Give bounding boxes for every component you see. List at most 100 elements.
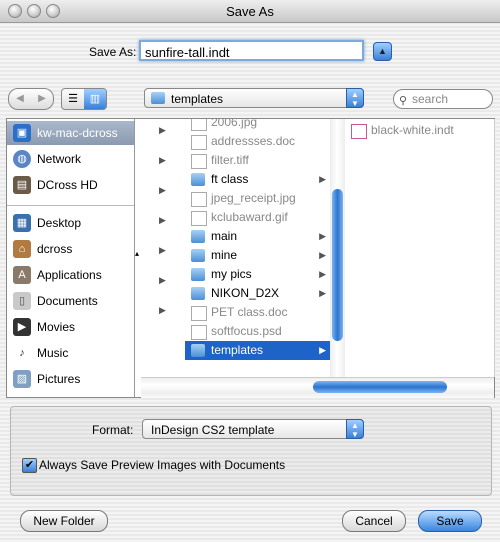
image-file-icon (191, 325, 207, 340)
list-item-label: ft class (211, 172, 249, 186)
file-icon (191, 192, 207, 207)
disclosure-arrow-icon: ▶ (159, 215, 166, 225)
sidebar-item-applications[interactable]: A Applications (7, 263, 134, 287)
list-item-label: filter.tiff (211, 153, 249, 167)
pictures-icon: ▨ (13, 370, 31, 388)
home-icon: ⌂ (13, 240, 31, 258)
sidebar-item-desktop[interactable]: ▦ Desktop (7, 211, 134, 235)
disclosure-arrow-icon: ▶ (159, 305, 166, 315)
desktop-icon: ▦ (13, 214, 31, 232)
horizontal-scrollbar[interactable] (141, 377, 494, 398)
column-view-icon[interactable]: ▥ (84, 89, 106, 109)
format-popup[interactable]: InDesign CS2 template ▲ ▼ (142, 419, 364, 439)
disclosure-arrow-icon: ▶ (319, 345, 326, 355)
location-popup[interactable]: templates ▲ ▼ (144, 88, 364, 108)
list-item-label: kclubaward.gif (211, 210, 288, 224)
sidebar-divider (7, 205, 134, 206)
list-item[interactable]: softfocus.psd (185, 322, 330, 341)
format-label: Format: (92, 423, 134, 437)
vertical-scroll-thumb[interactable] (332, 189, 343, 341)
disclosure-arrow-icon: ▶ (159, 245, 166, 255)
updown-arrows-icon: ▲ ▼ (346, 88, 364, 108)
view-mode-toggle: ☰ ▥ (61, 88, 107, 110)
forward-arrow-icon[interactable]: ▶ (31, 89, 53, 109)
list-item-label: 2006.jpg (211, 119, 258, 129)
list-item[interactable]: my pics ▶ (185, 265, 330, 284)
sidebar-item-documents[interactable]: ▯ Documents (7, 289, 134, 313)
documents-icon: ▯ (13, 292, 31, 310)
list-item[interactable]: ft class ▶ (185, 170, 330, 189)
folder-icon (191, 249, 205, 262)
list-item[interactable]: NIKON_D2X ▶ (185, 284, 330, 303)
folder-icon (191, 268, 205, 281)
disclosure-arrow-icon: ▶ (319, 174, 326, 184)
sidebar-item-label: Applications (37, 268, 102, 282)
back-forward-buttons: ◀ ▶ (8, 88, 54, 110)
file-icon (191, 119, 207, 131)
save-button[interactable]: Save (418, 510, 482, 532)
music-icon: ♪ (13, 344, 31, 362)
browser-column-2: 2006.jpg addressses.doc filter.tiff ft c… (185, 119, 331, 377)
list-view-icon[interactable]: ☰ (62, 89, 84, 109)
preview-images-checkbox[interactable]: ✔ (22, 458, 37, 473)
sidebar-item-network[interactable]: ◍ Network (7, 147, 134, 171)
filename-field[interactable]: sunfire-tall.indt (139, 40, 364, 61)
sidebar-item-label: kw-mac-dcross (37, 126, 118, 140)
computer-icon: ▣ (13, 124, 31, 142)
list-item-label: softfocus.psd (211, 324, 282, 338)
sidebar-item-home[interactable]: ⌂ dcross (7, 237, 134, 261)
sidebar-item-music[interactable]: ♪ Music (7, 341, 134, 365)
sidebar-item-label: Network (37, 152, 82, 166)
search-icon: ⚲ (399, 95, 408, 107)
movies-icon: ▶ (13, 318, 31, 336)
sidebar-item-computer[interactable]: ▣ kw-mac-dcross (7, 121, 134, 145)
list-item-label: my pics (211, 267, 252, 281)
back-arrow-icon[interactable]: ◀ (9, 89, 31, 109)
sidebar-item-movies[interactable]: ▶ Movies (7, 315, 134, 339)
sidebar-item-label: DCross HD (37, 178, 98, 192)
folder-icon (191, 230, 205, 243)
list-item[interactable]: main ▶ (185, 227, 330, 246)
file-icon (191, 306, 207, 321)
list-item[interactable]: black-white.indt (345, 121, 494, 140)
folder-icon (191, 173, 205, 186)
expand-dialog-button[interactable]: ▲ (373, 42, 392, 61)
folder-icon (191, 287, 205, 300)
list-item-label: mine (211, 248, 238, 262)
sidebar-item-label: Music (37, 346, 69, 360)
list-item[interactable]: filter.tiff (185, 151, 330, 170)
disclosure-arrow-icon: ▶ (159, 155, 166, 165)
triangle-up-icon: ▲ (378, 46, 387, 56)
search-field[interactable]: ⚲ search (393, 89, 493, 109)
list-item-label: PET class.doc (211, 305, 288, 319)
hard-drive-icon: ▤ (13, 176, 31, 194)
location-value: templates (171, 92, 224, 106)
sidebar: ▣ kw-mac-dcross ◍ Network ▤ DCross HD ▦ … (7, 119, 135, 397)
list-item[interactable]: 2006.jpg (185, 119, 330, 132)
list-item[interactable]: kclubaward.gif (185, 208, 330, 227)
sidebar-item-label: Documents (37, 294, 98, 308)
resize-grip-icon: ▴ (135, 249, 140, 258)
list-item-label: main (211, 229, 238, 243)
file-icon (191, 211, 207, 226)
folder-icon (191, 344, 205, 357)
list-item-label: black-white.indt (371, 123, 454, 137)
title-bar[interactable]: Save As (0, 0, 500, 23)
network-globe-icon: ◍ (13, 150, 31, 168)
format-value: InDesign CS2 template (151, 423, 275, 437)
vertical-scrollbar[interactable] (330, 119, 345, 377)
list-item[interactable]: mine ▶ (185, 246, 330, 265)
list-item-selected[interactable]: templates ▶ (185, 341, 330, 360)
sidebar-item-pictures[interactable]: ▨ Pictures (7, 367, 134, 391)
cancel-button[interactable]: Cancel (342, 510, 406, 532)
new-folder-button[interactable]: New Folder (20, 510, 108, 532)
list-item[interactable]: PET class.doc (185, 303, 330, 322)
list-item[interactable]: jpeg_receipt.jpg (185, 189, 330, 208)
disclosure-arrow-icon: ▶ (319, 250, 326, 260)
sidebar-item-label: Movies (37, 320, 76, 334)
list-item[interactable]: addressses.doc (185, 132, 330, 151)
horizontal-scroll-thumb[interactable] (313, 381, 447, 393)
sidebar-item-dcross-hd[interactable]: ▤ DCross HD (7, 173, 134, 197)
sidebar-item-label: Pictures (37, 372, 81, 386)
save-as-dialog: Save As Save As: sunfire-tall.indt ▲ ◀ ▶… (0, 0, 500, 542)
